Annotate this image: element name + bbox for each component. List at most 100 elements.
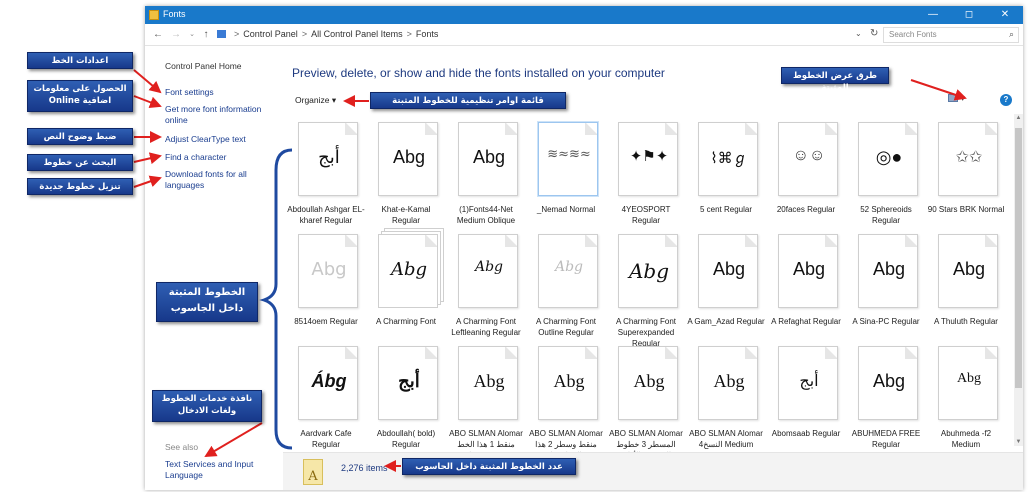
title-bar[interactable]: Fonts — ◻ ✕ [145,6,1023,24]
font-file-icon: Abg [378,122,438,196]
recent-locations-icon[interactable]: ⌄ [185,28,199,42]
callout-more-info: الحصول على معلومات اضافية Online [27,80,133,112]
page-fold [425,235,437,247]
font-sample: Abg [390,259,428,280]
font-name: A Charming Font Outline Regular [535,317,597,337]
page-fold [585,123,597,135]
search-icon[interactable]: ⌕ [1009,29,1014,40]
find-character-link[interactable]: Find a character [165,152,277,163]
see-also-heading: See also [165,442,199,452]
font-file-icon: Abg [458,346,518,420]
page-fold [345,347,357,359]
font-name: Aardvark Cafe Regular [300,429,352,449]
font-name: Abomsaab Regular [771,429,841,438]
page-fold [905,235,917,247]
control-panel-home-link[interactable]: Control Panel Home [165,61,277,72]
font-sample: Abg [956,371,982,386]
font-name: 90 Stars BRK Normal [927,205,1005,214]
page-fold [585,347,597,359]
view-options-caret-icon: ▾ [960,93,966,103]
font-name: 5 cent Regular [699,205,753,214]
font-name: Abdoullah Ashgar EL-kharef Regular [287,205,365,225]
scroll-down-arrow-icon[interactable]: ▼ [1014,439,1023,445]
font-sample: ≋≈≋≈ [547,147,591,162]
page-fold [345,235,357,247]
font-settings-link[interactable]: Font settings [165,87,277,98]
callout-count: عدد الخطوط المثبتة داخل الحاسوب [402,458,576,475]
page-fold [425,347,437,359]
font-sample: Abg [633,371,665,391]
font-name: 52 Sphereoids Regular [860,205,912,225]
font-name: Khat-e-Kamal Regular [381,205,431,225]
font-name: A Sina-PC Regular [852,317,920,326]
breadcrumb-fonts[interactable]: Fonts [416,29,439,39]
address-dropdown-icon[interactable]: ⌄ [855,29,862,38]
font-sample: Abg [473,371,505,391]
font-file-icon: Abg [538,234,598,308]
font-file-icon: ◎● [858,122,918,196]
breadcrumb-all-items[interactable]: All Control Panel Items [311,29,403,39]
minimize-button[interactable]: — [915,6,951,24]
font-sample: Abg [712,259,746,279]
forward-arrow-icon[interactable]: → [169,28,183,42]
breadcrumb[interactable]: > Control Panel > All Control Panel Items > F… [217,29,438,39]
font-sample: ⌇⌘ℊ [710,150,748,167]
download-fonts-link[interactable]: Download fonts for all languages [165,169,277,191]
scrollbar-thumb[interactable] [1015,128,1022,388]
font-sample: Abg [792,259,826,279]
adjust-cleartype-link[interactable]: Adjust ClearType text [165,134,277,145]
items-count: 2,276 items [341,463,388,473]
up-arrow-icon[interactable]: ↑ [199,28,213,42]
maximize-button[interactable]: ◻ [951,6,987,24]
font-file-icon: Abg [858,234,918,308]
change-view-button[interactable]: ▾ [948,93,965,104]
font-sample: Abg [952,259,986,279]
font-file-icon: Abg [458,122,518,196]
font-name: A Refaghat Regular [771,317,841,326]
page-fold [425,123,437,135]
page-fold [665,347,677,359]
font-name: Abdoullah( bold) Regular [376,429,436,449]
callout-cleartype: ضبط وضوح النص [27,128,133,145]
page-heading: Preview, delete, or show and hide the fo… [292,66,665,80]
font-sample: Ábg [311,371,347,391]
page-fold [745,347,757,359]
close-button[interactable]: ✕ [987,6,1023,24]
font-file-icon: Abg [938,234,998,308]
font-file-icon: Abg [858,346,918,420]
font-file-icon: أبج [378,346,438,420]
font-file-icon: ⌇⌘ℊ [698,122,758,196]
get-more-font-info-link[interactable]: Get more font information online [165,104,277,126]
font-file-icon: Abg [618,234,678,308]
scroll-up-arrow-icon[interactable]: ▲ [1014,115,1023,121]
font-file-icon: ✦⚑✦ [618,122,678,196]
font-sample: أبج [799,373,819,390]
vertical-scrollbar[interactable]: ▲ ▼ [1014,114,1023,446]
font-file-icon: Abg [458,234,518,308]
fonts-window: Fonts — ◻ ✕ ← → ⌄ ↑ > Control Panel > All C… [145,6,1023,490]
large-icons-view-icon [948,94,958,102]
search-input[interactable]: Search Fonts ⌕ [883,27,1019,43]
page-fold [665,123,677,135]
font-name: ABO SLMAN Alomar النسخ4 Medium [689,429,763,449]
breadcrumb-control-panel[interactable]: Control Panel [243,29,298,39]
font-name: ABUHMEDA FREE Regular [851,429,921,449]
font-sample: ◎● [875,147,903,167]
font-name: A Thuluth Regular [934,317,998,326]
font-sample: Abg [472,147,506,167]
address-bar: ← → ⌄ ↑ > Control Panel > All Control Panel… [145,24,1023,46]
organize-menu-button[interactable]: Organize ▾ [295,95,336,106]
callout-download: تنزيل خطوط جديدة [27,178,133,195]
text-services-link[interactable]: Text Services and Input Language [165,459,277,481]
font-sample: أبج [398,371,420,391]
font-file-icon: أبج [778,346,838,420]
page-fold [985,123,997,135]
font-file-icon: أبج [298,122,358,196]
refresh-icon[interactable]: ↻ [870,28,878,39]
font-sample: Abg [713,371,745,391]
help-icon[interactable]: ? [1000,94,1012,106]
back-arrow-icon[interactable]: ← [151,28,165,42]
page-fold [905,347,917,359]
page-fold [665,235,677,247]
window-title: Fonts [163,9,186,19]
